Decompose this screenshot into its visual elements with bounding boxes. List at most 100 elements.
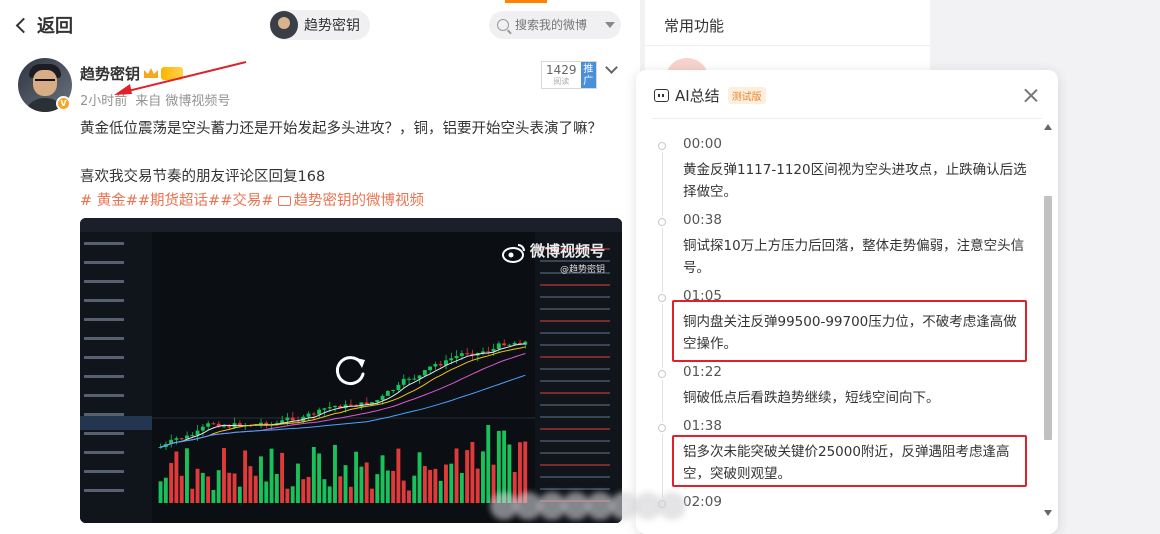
candle-body	[438, 364, 443, 366]
candle-body	[185, 435, 189, 439]
search-box[interactable]	[489, 11, 621, 39]
volume-bar	[280, 452, 285, 503]
candle-body	[449, 358, 454, 361]
read-count-box[interactable]: 1429 阅读 推广	[541, 61, 597, 89]
candle-body	[401, 378, 406, 385]
video-icon	[277, 196, 291, 206]
candle-body	[259, 422, 263, 425]
order-book-row	[540, 284, 610, 286]
order-book-row	[540, 452, 610, 454]
volume-bar	[338, 476, 343, 503]
post-tags[interactable]: # 黄金##期货超话##交易# 趋势密钥的微博视频	[80, 189, 625, 213]
volume-bar	[364, 462, 369, 503]
account-name: 趋势密钥	[304, 18, 360, 34]
scroll-down-icon[interactable]	[1044, 510, 1052, 516]
volume-bar	[227, 472, 232, 503]
order-book-panel	[535, 232, 622, 523]
volume-bar	[222, 447, 226, 503]
volume-bar	[348, 486, 353, 503]
timestamp[interactable]: 00:00	[683, 136, 722, 152]
timestamp[interactable]: 01:22	[683, 364, 722, 380]
candle-body	[454, 355, 459, 359]
video-link[interactable]: 趋势密钥的微博视频	[294, 193, 425, 209]
video-watermark: 微博视频号	[530, 242, 606, 260]
candle-body	[200, 426, 205, 431]
volume-bar	[216, 470, 221, 503]
back-label: 返回	[37, 16, 73, 37]
watchlist-row	[84, 261, 124, 264]
volume-bar	[470, 442, 475, 503]
chevron-down-icon[interactable]	[605, 61, 618, 74]
order-book-row	[540, 404, 610, 406]
volume-bar	[385, 470, 390, 503]
volume-bar	[259, 456, 263, 503]
volume-bar	[417, 452, 422, 503]
timestamp[interactable]: 01:38	[683, 418, 722, 434]
candle-body	[222, 426, 226, 428]
order-book-row	[540, 440, 610, 442]
hashtag-links[interactable]: # 黄金##期货超话##交易#	[80, 193, 274, 209]
weibo-page: 返回 趋势密钥 V 趋势密钥 2小时前来自 微博视频号	[0, 0, 1160, 534]
timeline-dot	[658, 218, 666, 226]
avatar	[270, 11, 298, 39]
chevron-left-icon	[15, 17, 32, 33]
candle-body	[317, 409, 322, 415]
volume-bar	[179, 475, 184, 503]
watchlist-row	[84, 280, 124, 283]
volume-bar	[391, 470, 396, 503]
watchlist-row	[84, 470, 124, 473]
volume-bar	[306, 476, 311, 503]
volume-bar	[206, 476, 211, 503]
candle-body	[348, 404, 353, 406]
candle-body	[327, 407, 332, 409]
order-book-row	[540, 428, 610, 430]
volume-bar	[195, 468, 200, 503]
order-book-row	[540, 320, 610, 322]
scrollbar[interactable]	[1042, 120, 1054, 522]
volume-bar	[459, 472, 464, 503]
candle-body	[396, 384, 401, 390]
ai-chat-icon	[654, 89, 669, 102]
volume-bar	[163, 477, 168, 503]
volume-bar	[301, 479, 306, 503]
order-book-row	[540, 308, 610, 310]
close-icon[interactable]	[1020, 85, 1042, 107]
scroll-up-icon[interactable]	[1044, 124, 1052, 130]
volume-bar	[232, 473, 237, 503]
watchlist-row	[84, 337, 124, 340]
ai-summary-header: AI总结 测试版	[654, 85, 766, 106]
timestamp[interactable]: 00:38	[683, 212, 722, 228]
candle-body	[391, 389, 396, 391]
order-book-row	[540, 476, 610, 478]
post-line: 黄金低位震荡是空头蓄力还是开始发起多头进攻？，铜，铝要开始空头表演了嘛？	[80, 121, 602, 137]
order-book-row	[540, 296, 610, 298]
volume-bar	[248, 466, 253, 503]
red-arrow-annotation	[114, 61, 247, 95]
order-book-row	[540, 368, 610, 370]
volume-bar	[296, 463, 300, 503]
dropdown-arrow-icon[interactable]	[605, 22, 615, 28]
volume-bar	[269, 448, 274, 503]
candle-body	[375, 400, 380, 403]
volume-bar	[454, 448, 459, 503]
account-switcher[interactable]: 趋势密钥	[270, 10, 370, 40]
panel-title: 常用功能	[664, 17, 725, 35]
volume-bar	[401, 480, 406, 503]
candle-body	[364, 402, 369, 405]
video-watermark-handle: @趋势密钥	[560, 265, 606, 275]
candle-body	[502, 343, 507, 346]
candle-body	[407, 378, 411, 380]
scroll-thumb[interactable]	[1044, 196, 1052, 440]
volume-bar	[433, 468, 438, 503]
back-button[interactable]: 返回	[14, 12, 73, 38]
feed-column: 返回 趋势密钥 V 趋势密钥 2小时前来自 微博视频号	[0, 0, 640, 534]
promote-button[interactable]: 推广	[580, 62, 596, 88]
search-input[interactable]	[515, 18, 601, 32]
volume-bar	[174, 451, 179, 503]
candle-body	[322, 408, 327, 410]
replay-icon[interactable]	[332, 352, 370, 390]
post-body: 黄金低位震荡是空头蓄力还是开始发起多头进攻？，铜，铝要开始空头表演了嘛？ 喜欢我…	[80, 117, 625, 213]
candle-body	[206, 423, 211, 427]
summary-text: 铜试探10万上方压力后回落，整体走势偏弱，注意空头信号。	[683, 238, 1025, 276]
volume-bar	[422, 465, 427, 503]
